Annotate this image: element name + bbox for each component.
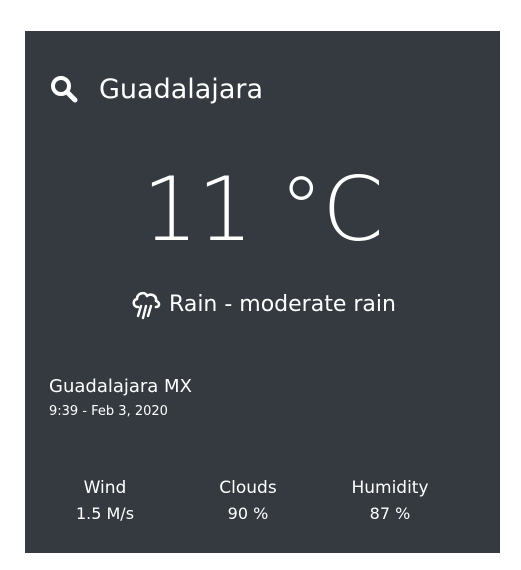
- location-name: Guadalajara MX: [49, 376, 192, 397]
- stat-value: 87 %: [369, 504, 411, 523]
- stat-value: 90 %: [227, 504, 269, 523]
- stat-clouds: Clouds 90 %: [188, 478, 308, 523]
- stat-wind: Wind 1.5 M/s: [45, 478, 165, 523]
- stat-label: Humidity: [351, 478, 429, 498]
- temperature: 11 °C: [142, 158, 383, 261]
- search-bar: [49, 71, 459, 107]
- weather-card: 11 °C Rain - moderate rain Guadalajara M…: [25, 31, 500, 553]
- location-datetime: 9:39 - Feb 3, 2020: [49, 404, 168, 419]
- condition-text: Rain - moderate rain: [169, 291, 396, 317]
- stat-humidity: Humidity 87 %: [330, 478, 450, 523]
- stat-value: 1.5 M/s: [75, 504, 135, 523]
- stat-label: Clouds: [219, 478, 277, 498]
- weather-condition: Rain - moderate rain: [25, 287, 500, 321]
- rain-cloud-icon: [129, 287, 163, 321]
- search-icon[interactable]: [49, 74, 79, 104]
- stat-label: Wind: [83, 478, 127, 498]
- search-input[interactable]: [99, 73, 459, 105]
